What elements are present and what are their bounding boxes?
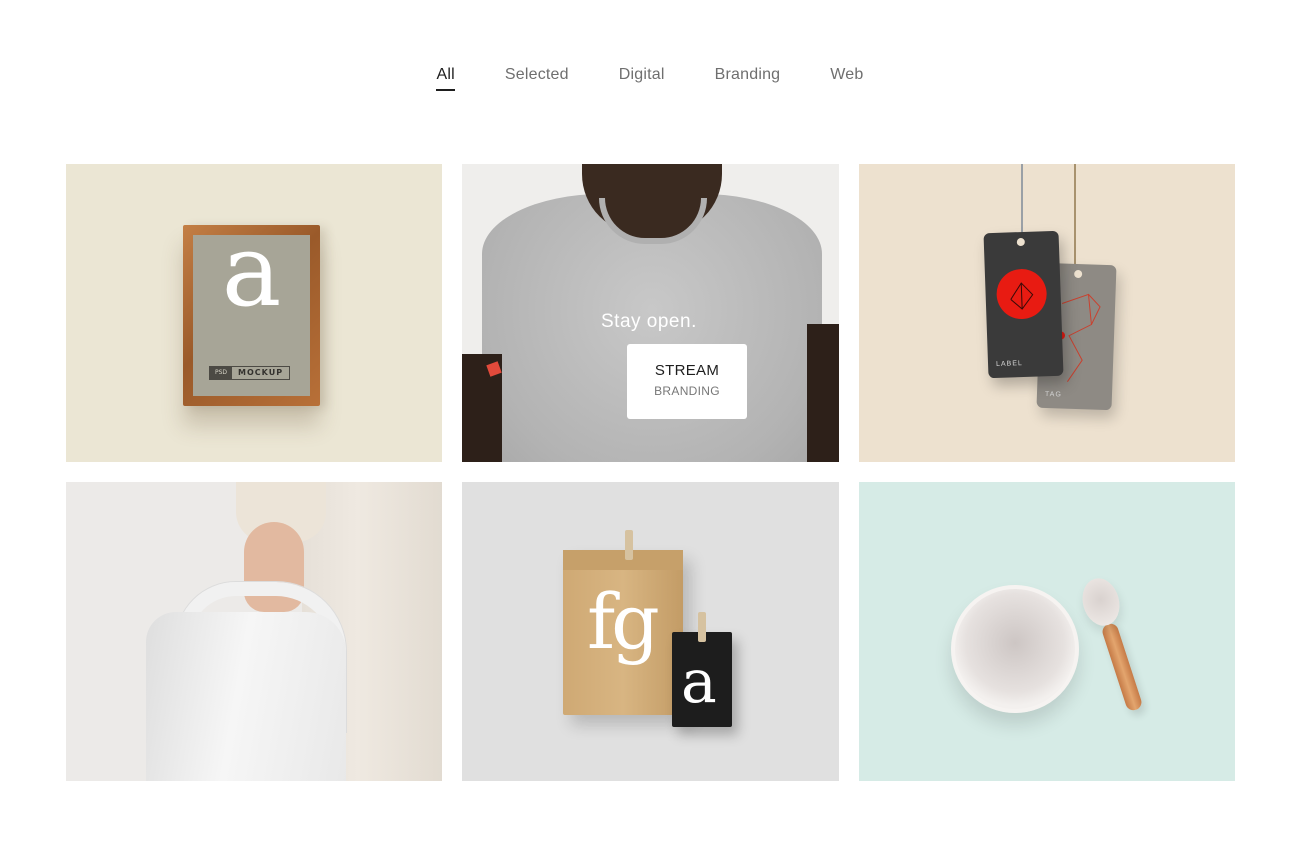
mockup-badge: PSD MOCKUP [209,366,291,380]
portfolio-item-bags[interactable]: fg a [462,482,839,781]
bowl-image [951,585,1079,713]
arm-right [807,324,839,462]
hang-tag-dark: LABEL [983,230,1064,379]
badge-psd: PSD [210,367,233,379]
black-bag-text: a [681,647,717,717]
red-circle-logo [995,268,1048,320]
filter-branding[interactable]: Branding [715,66,781,91]
portfolio-item-device[interactable] [66,482,442,781]
portfolio-item-frame[interactable]: a PSD MOCKUP [66,164,442,462]
tag-hole [1016,237,1025,247]
spoon-image [1077,574,1125,630]
wooden-clip [698,612,706,642]
project-info-card[interactable]: STREAM BRANDING [627,344,747,419]
frame-mockup-image: a PSD MOCKUP [183,221,320,406]
wooden-clip [625,530,633,560]
portfolio-item-bowl[interactable] [859,482,1235,781]
portfolio-item-stream[interactable]: Stay open. STREAM BRANDING [462,164,839,462]
tag-label-grey: TAG [1044,390,1062,399]
filter-web[interactable]: Web [830,66,863,91]
tag-label-dark: LABEL [995,360,1023,368]
portfolio-item-tags[interactable]: TAG LABEL [859,164,1235,462]
project-category: BRANDING [654,384,720,398]
portfolio-grid: a PSD MOCKUP Stay open. STREAM BRANDING [66,164,1235,781]
filter-digital[interactable]: Digital [619,66,665,91]
project-title: STREAM [654,362,720,379]
filter-selected[interactable]: Selected [505,66,569,91]
spoon-handle [1100,621,1144,713]
kraft-bag-fold [563,550,683,570]
filter-all[interactable]: All [436,66,456,91]
tag-string-left [1021,164,1023,240]
portfolio-filter-nav: All Selected Digital Branding Web [0,66,1300,91]
badge-mockup: MOCKUP [238,368,284,377]
kraft-bag-text: fg [587,577,660,666]
tag-string-right [1074,164,1076,270]
shirt-print-text: Stay open. [601,311,697,332]
leaf-icon [1010,282,1034,310]
frame-letter: a [221,212,282,329]
device-image [146,612,346,781]
